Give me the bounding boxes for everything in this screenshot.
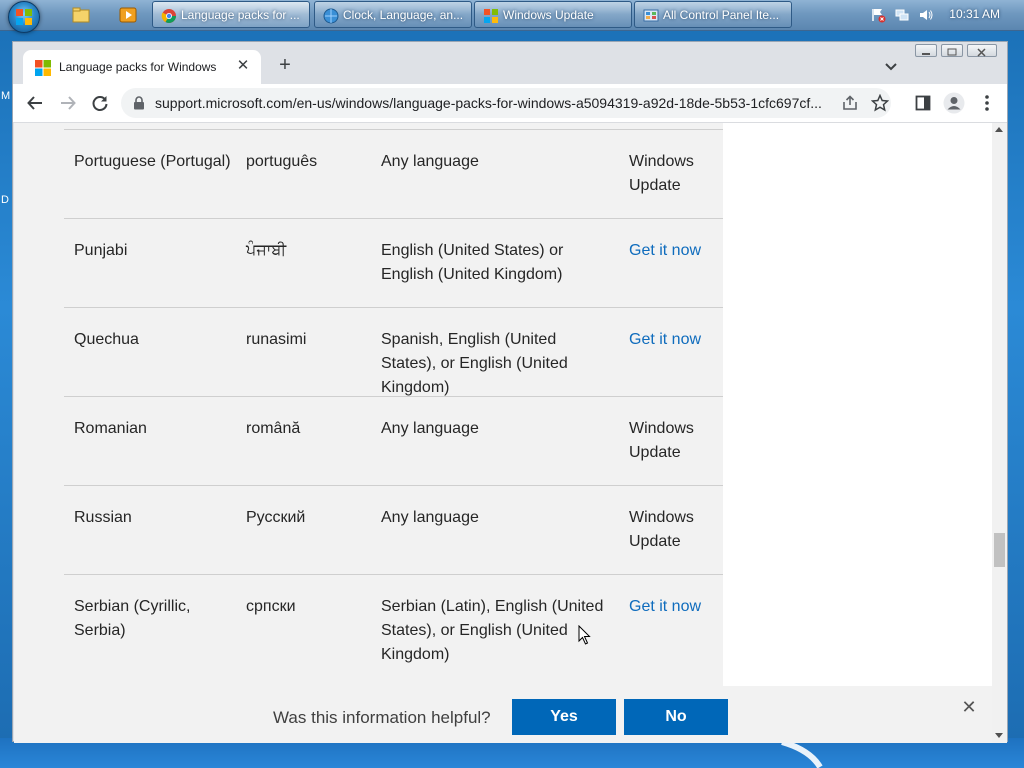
network-icon[interactable] [894, 7, 910, 23]
get-it-now-link[interactable]: Get it now [629, 328, 719, 352]
minimize-button[interactable] [915, 44, 937, 57]
mouse-cursor-icon [578, 625, 591, 645]
clock[interactable]: 10:31 AM [949, 7, 1000, 21]
feedback-close-button[interactable]: ✕ [961, 698, 977, 716]
task-label: All Control Panel Ite... [663, 8, 780, 22]
scrollbar-thumb[interactable] [994, 533, 1005, 567]
get-method: Windows Update [629, 420, 694, 461]
table-row: Punjabi ਪੰਜਾਬੀ English (United States) o… [64, 218, 723, 307]
chrome-icon [161, 9, 176, 23]
desktop-wallpaper-swoosh [781, 740, 823, 768]
more-vertical-icon [985, 95, 989, 111]
native-name: runasimi [246, 331, 307, 348]
taskbar-task-clock-language[interactable]: Clock, Language, an... [314, 1, 472, 28]
get-it-now-link[interactable]: Get it now [629, 595, 719, 619]
native-name: ਪੰਜਾਬੀ [246, 242, 287, 259]
language-name: Serbian (Cyrillic, Serbia) [74, 598, 191, 639]
vertical-scrollbar[interactable] [992, 123, 1007, 743]
reload-icon [92, 96, 108, 111]
table-row: Quechua runasimi Spanish, English (Unite… [64, 307, 723, 396]
native-name: português [246, 153, 318, 170]
forward-arrow-icon [61, 96, 76, 110]
page-viewport: Portuguese (Portugal) português Any lang… [14, 123, 992, 743]
forward-button[interactable] [56, 91, 80, 115]
volume-icon[interactable] [918, 7, 934, 23]
tab-close-button[interactable]: ✕ [233, 56, 253, 76]
native-name: Русский [246, 509, 306, 526]
table-row: Serbian (Cyrillic, Serbia) српски Serbia… [64, 574, 723, 687]
media-player-icon[interactable] [118, 5, 138, 25]
globe-clock-icon [323, 8, 339, 24]
task-label: Language packs for ... [181, 8, 300, 22]
language-name: Russian [74, 509, 132, 526]
browser-toolbar: support.microsoft.com/en-us/windows/lang… [13, 84, 1007, 123]
control-panel-icon [643, 9, 659, 22]
base-language: Any language [381, 153, 479, 170]
tab-search-chevron-icon[interactable] [879, 54, 903, 78]
base-language: Spanish, English (United States), or Eng… [381, 331, 568, 396]
base-language: Any language [381, 509, 479, 526]
url-text[interactable]: support.microsoft.com/en-us/windows/lang… [155, 95, 845, 111]
action-center-flag-icon[interactable] [870, 7, 886, 23]
language-packs-table: Portuguese (Portugal) português Any lang… [64, 123, 723, 686]
table-row: Romanian română Any language Windows Upd… [64, 396, 723, 485]
side-panel-icon [915, 95, 931, 111]
feedback-question: Was this information helpful? [273, 708, 491, 727]
task-label: Windows Update [503, 8, 594, 22]
taskbar-task-windows-update[interactable]: Windows Update [474, 1, 632, 28]
native-name: српски [246, 598, 296, 615]
tab-title: Language packs for Windows [59, 60, 217, 74]
desktop-icon-label: M [1, 90, 11, 102]
windows-update-icon [484, 9, 498, 23]
native-name: română [246, 420, 301, 437]
language-name: Romanian [74, 420, 147, 437]
feedback-no-button[interactable]: No [624, 699, 728, 735]
feedback-yes-button[interactable]: Yes [512, 699, 616, 735]
base-language: Any language [381, 420, 479, 437]
get-method: Windows Update [629, 153, 694, 194]
taskbar-task-language-packs[interactable]: Language packs for ... [152, 1, 310, 28]
explorer-icon[interactable] [71, 5, 91, 25]
restore-icon [947, 48, 957, 56]
start-button[interactable] [8, 1, 40, 33]
new-tab-button[interactable]: + [273, 54, 297, 78]
task-label: Clock, Language, an... [343, 8, 464, 22]
get-method: Windows Update [629, 509, 694, 550]
menu-button[interactable] [975, 91, 999, 115]
language-name: Portuguese (Portugal) [74, 153, 231, 170]
scroll-down-arrow-icon[interactable] [995, 733, 1003, 738]
table-row: Russian Русский Any language Windows Upd… [64, 485, 723, 574]
base-language: English (United States) or English (Unit… [381, 242, 564, 283]
window-close-button[interactable] [967, 44, 997, 57]
back-arrow-icon [27, 96, 42, 110]
desktop-icon-label: D [1, 194, 9, 206]
lock-icon[interactable] [133, 96, 145, 110]
taskbar-task-control-panel[interactable]: All Control Panel Ite... [634, 1, 792, 28]
windows-logo-icon [16, 9, 32, 25]
language-name: Quechua [74, 331, 139, 348]
back-button[interactable] [23, 91, 47, 115]
share-icon[interactable] [841, 94, 859, 112]
page-margin [14, 123, 64, 686]
address-bar[interactable]: support.microsoft.com/en-us/windows/lang… [121, 88, 891, 118]
browser-window: Language packs for Windows ✕ + support.m… [12, 41, 1008, 743]
profile-avatar-icon [943, 92, 965, 114]
taskbar: Language packs for ... Clock, Language, … [0, 0, 1024, 33]
reload-button[interactable] [88, 91, 112, 115]
restore-button[interactable] [941, 44, 963, 57]
side-panel-button[interactable] [911, 91, 935, 115]
bookmark-star-icon[interactable] [871, 94, 889, 112]
microsoft-logo-icon [35, 60, 51, 76]
close-icon [977, 48, 986, 57]
language-name: Punjabi [74, 242, 128, 259]
feedback-bar: Was this information helpful? Yes No ✕ [14, 686, 992, 743]
browser-tab[interactable]: Language packs for Windows ✕ [23, 50, 261, 84]
minimize-icon [922, 53, 930, 55]
get-it-now-link[interactable]: Get it now [629, 239, 719, 263]
scroll-up-arrow-icon[interactable] [995, 127, 1003, 132]
system-tray: 10:31 AM [864, 0, 1024, 30]
table-row: Portuguese (Portugal) português Any lang… [64, 129, 723, 218]
profile-button[interactable] [942, 91, 966, 115]
